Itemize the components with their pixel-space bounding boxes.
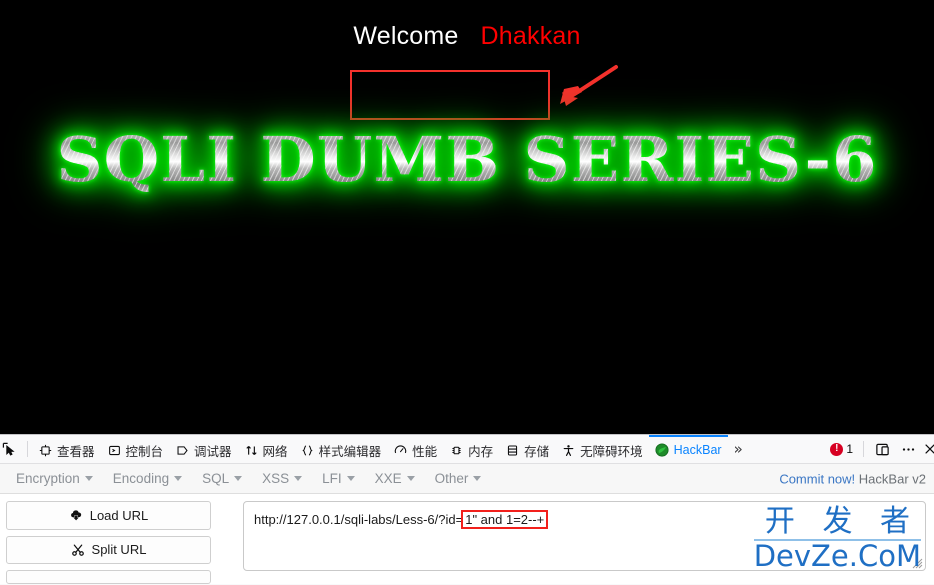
menu-other[interactable]: Other bbox=[425, 466, 492, 492]
toolbar-separator-right bbox=[863, 441, 864, 457]
menu-xss[interactable]: XSS bbox=[252, 466, 312, 492]
error-count-badge[interactable]: ! 1 bbox=[826, 442, 857, 456]
hackbar-menubar: Encryption Encoding SQL XSS LFI XXE Othe… bbox=[0, 464, 934, 494]
tab-overflow-button[interactable]: » bbox=[728, 435, 749, 463]
tab-style-editor-label: 样式编辑器 bbox=[318, 444, 382, 459]
resize-handle-icon[interactable] bbox=[912, 557, 923, 569]
console-icon bbox=[107, 443, 122, 458]
url-input[interactable]: http://127.0.0.1/sqli-labs/Less-6/?id= 1"… bbox=[243, 501, 926, 571]
tab-inspector[interactable]: 查看器 bbox=[32, 435, 101, 463]
scissors-icon bbox=[71, 542, 86, 557]
chevron-down-icon bbox=[84, 476, 93, 481]
hackbar-action-buttons: Load URL Split URL bbox=[6, 501, 211, 584]
user-name-label: Dhakkan bbox=[480, 22, 581, 50]
devtools-toolbar-right: ! 1 bbox=[826, 435, 934, 463]
tab-memory[interactable]: 内存 bbox=[443, 435, 499, 463]
menu-lfi[interactable]: LFI bbox=[312, 466, 365, 492]
performance-icon bbox=[393, 443, 408, 458]
hackbar-version-area: Commit now! HackBar v2 bbox=[779, 471, 926, 486]
menu-sql[interactable]: SQL bbox=[192, 466, 252, 492]
style-editor-icon bbox=[300, 443, 315, 458]
annotation-rectangle bbox=[350, 70, 550, 120]
tab-debugger[interactable]: 调试器 bbox=[169, 435, 238, 463]
hackbar-version-label: HackBar v2 bbox=[858, 471, 926, 486]
chevron-down-icon bbox=[294, 476, 303, 481]
load-url-button[interactable]: Load URL bbox=[6, 501, 211, 530]
menu-xxe[interactable]: XXE bbox=[365, 466, 425, 492]
hackbar-url-area: http://127.0.0.1/sqli-labs/Less-6/?id= 1"… bbox=[243, 501, 926, 584]
dock-split-icon[interactable] bbox=[870, 437, 894, 461]
menu-xss-label: XSS bbox=[262, 471, 290, 486]
chevron-down-icon bbox=[406, 476, 415, 481]
page-title: SQLI DUMB SERIES-6 bbox=[0, 117, 934, 203]
commit-now-link[interactable]: Commit now! bbox=[779, 471, 855, 486]
error-count-label: 1 bbox=[846, 442, 853, 456]
tab-style-editor[interactable]: 样式编辑器 bbox=[294, 435, 388, 463]
tab-network-label: 网络 bbox=[262, 444, 288, 459]
tab-performance[interactable]: 性能 bbox=[387, 435, 443, 463]
menu-sql-label: SQL bbox=[202, 471, 230, 486]
debugger-icon bbox=[175, 443, 190, 458]
tab-inspector-label: 查看器 bbox=[57, 444, 95, 459]
tab-memory-label: 内存 bbox=[468, 444, 494, 459]
tab-hackbar-label: HackBar bbox=[673, 443, 722, 457]
menu-encryption[interactable]: Encryption bbox=[6, 466, 103, 492]
tab-storage-label: 存储 bbox=[524, 444, 550, 459]
toolbar-separator bbox=[27, 441, 28, 457]
annotation-arrow-icon bbox=[560, 65, 618, 106]
tab-accessibility-label: 无障碍环境 bbox=[580, 444, 643, 459]
split-url-label: Split URL bbox=[91, 542, 147, 558]
memory-icon bbox=[449, 443, 464, 458]
execute-button[interactable] bbox=[6, 570, 211, 584]
tab-console-label: 控制台 bbox=[125, 444, 164, 459]
tab-debugger-label: 调试器 bbox=[194, 444, 232, 459]
url-payload-highlight: 1" and 1=2--+ bbox=[461, 510, 549, 529]
storage-icon bbox=[505, 443, 520, 458]
menu-lfi-label: LFI bbox=[322, 471, 342, 486]
tab-network[interactable]: 网络 bbox=[238, 435, 294, 463]
menu-encoding[interactable]: Encoding bbox=[103, 466, 192, 492]
element-picker-icon[interactable] bbox=[0, 435, 23, 463]
chevron-down-icon bbox=[174, 476, 183, 481]
page-viewport: WelcomeDhakkan SQLI DUMB SERIES-6 SQLI D… bbox=[0, 0, 934, 434]
hackbar-body: Load URL Split URL http://127.0.0.1/sqli… bbox=[0, 494, 934, 584]
load-url-label: Load URL bbox=[89, 507, 149, 523]
devtools-tabstrip: 查看器 控制台 调试器 网络 样式编辑器 性能 内存 存储 无障碍环境 Hack… bbox=[0, 435, 934, 464]
welcome-heading: Welcome Dhakkan bbox=[0, 22, 934, 51]
url-prefix-text: http://127.0.0.1/sqli-labs/Less-6/?id= bbox=[254, 512, 464, 527]
menu-xxe-label: XXE bbox=[374, 471, 402, 486]
inspector-icon bbox=[38, 443, 53, 458]
close-icon[interactable] bbox=[922, 437, 934, 461]
network-icon bbox=[244, 443, 259, 458]
chevron-down-icon bbox=[234, 476, 243, 481]
split-url-button[interactable]: Split URL bbox=[6, 535, 211, 565]
chevron-down-icon bbox=[473, 476, 482, 481]
tab-console[interactable]: 控制台 bbox=[101, 435, 170, 463]
error-icon: ! bbox=[830, 442, 844, 456]
tab-storage[interactable]: 存储 bbox=[499, 435, 555, 463]
tab-performance-label: 性能 bbox=[412, 444, 438, 459]
menu-other-label: Other bbox=[434, 471, 469, 486]
menu-encryption-label: Encryption bbox=[16, 471, 80, 486]
accessibility-icon bbox=[561, 443, 576, 458]
devtools-panel: 查看器 控制台 调试器 网络 样式编辑器 性能 内存 存储 无障碍环境 Hack… bbox=[0, 434, 934, 585]
menu-encoding-label: Encoding bbox=[112, 471, 170, 486]
welcome-label: Welcome bbox=[353, 22, 459, 50]
tab-accessibility[interactable]: 无障碍环境 bbox=[555, 435, 649, 463]
hackbar-icon bbox=[655, 443, 670, 458]
more-options-icon[interactable] bbox=[896, 437, 920, 461]
cloud-download-icon bbox=[69, 508, 84, 523]
tab-hackbar[interactable]: HackBar bbox=[648, 435, 728, 463]
chevron-down-icon bbox=[346, 476, 355, 481]
